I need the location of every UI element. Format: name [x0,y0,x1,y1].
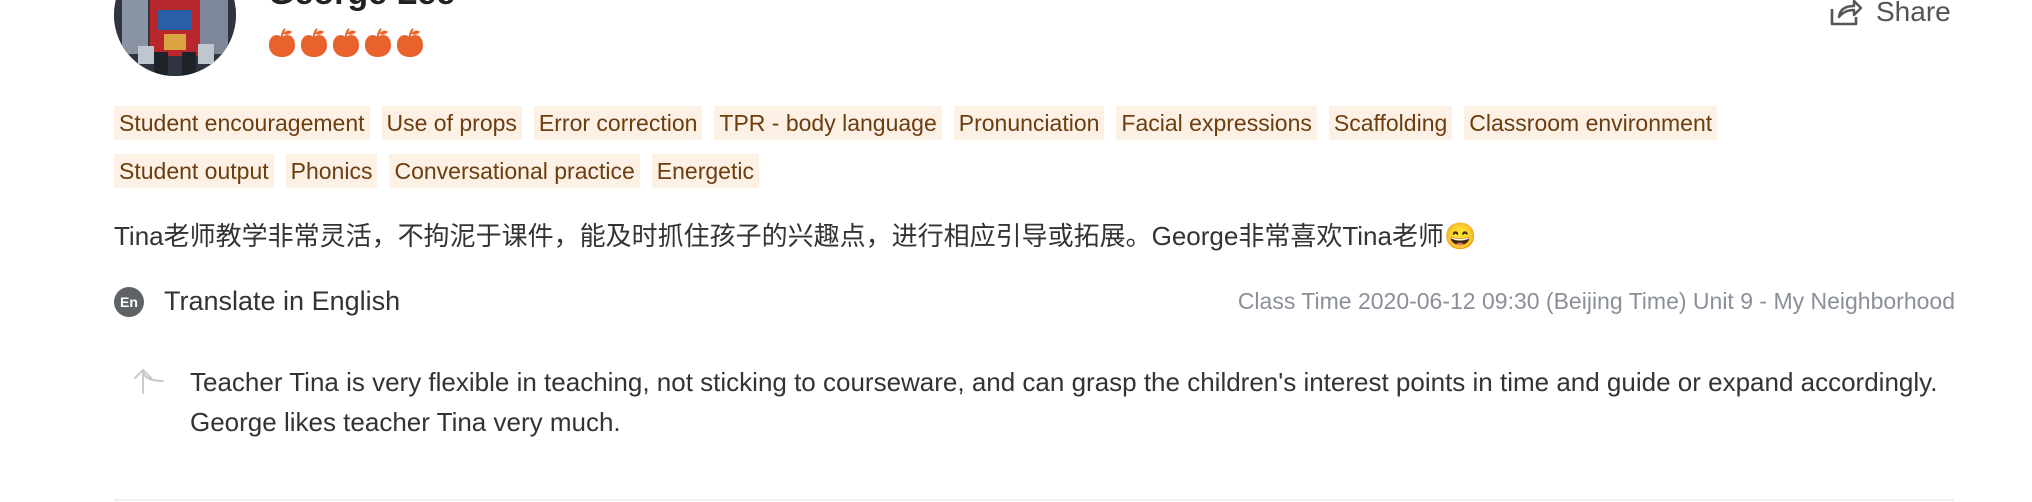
review-card: George Lee Share Student encouragement Us… [0,0,2032,502]
peach-icon [333,28,359,57]
translate-button[interactable]: En Translate in English [114,286,400,317]
tag-chip: Use of props [381,106,522,140]
tag-chip: Student encouragement [114,106,370,140]
tag-row: Student output Phonics Conversational prac… [114,154,1954,188]
share-label: Share [1876,0,1951,27]
rating-peaches [268,28,424,58]
translated-comment: Teacher Tina is very flexible in teachin… [190,367,1938,437]
tag-chip: Phonics [285,154,378,188]
reviewer-name: George Lee [268,0,455,13]
tag-list: Student encouragement Use of props Error c… [114,106,1954,202]
tag-row: Student encouragement Use of props Error c… [114,106,1954,140]
avatar-image [114,0,236,76]
tag-chip: Student output [114,154,274,188]
peach-icon [301,28,327,57]
tag-chip: Conversational practice [389,154,640,188]
reply-arrow-icon [134,369,164,394]
peach-icon [365,28,391,57]
peach-icon [397,28,423,57]
tag-chip: TPR - body language [714,106,942,140]
class-time: Class Time 2020-06-12 09:30 (Beijing Tim… [1237,288,1955,314]
share-button[interactable]: Share [1828,0,1951,28]
divider [114,499,1954,501]
review-comment: Tina老师教学非常灵活，不拘泥于课件，能及时抓住孩子的兴趣点，进行相应引导或拓… [114,221,1477,251]
share-icon [1830,0,1862,26]
tag-chip: Scaffolding [1328,106,1453,140]
tag-chip: Error correction [533,106,703,140]
tag-chip: Facial expressions [1116,106,1317,140]
tag-chip: Energetic [651,154,759,188]
tag-chip: Pronunciation [953,106,1105,140]
tag-chip: Classroom environment [1464,106,1718,140]
translate-icon: En [114,286,144,317]
peach-icon [269,28,295,57]
avatar[interactable] [114,0,236,76]
translate-label: Translate in English [164,286,401,316]
